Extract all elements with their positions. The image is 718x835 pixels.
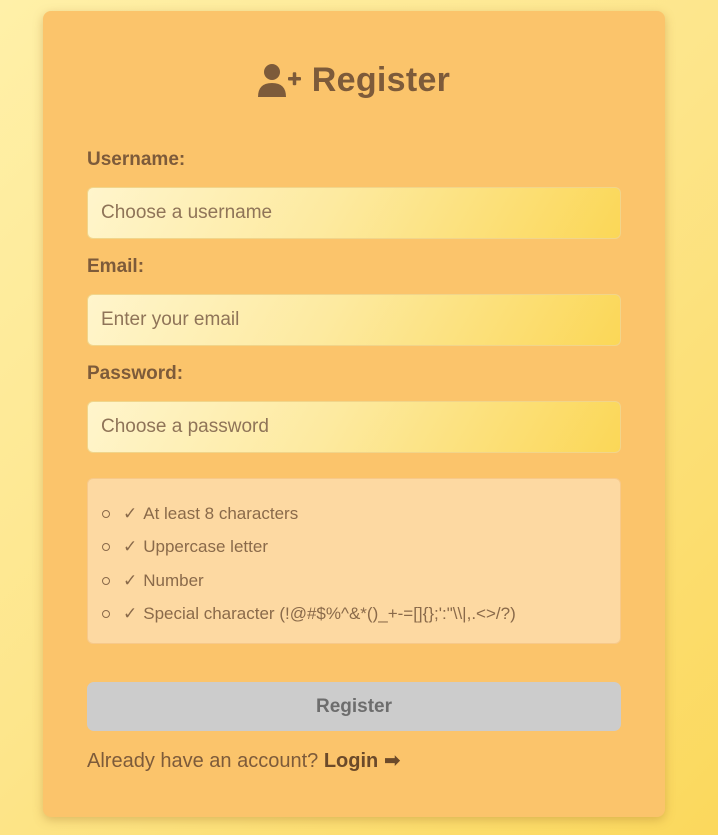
requirement-text: Special character (!@#$%^&*()_+-=[]{};':…: [143, 604, 516, 624]
checkmark-icon: ✓: [123, 537, 138, 557]
username-input[interactable]: [87, 187, 621, 239]
login-link[interactable]: Login ➡: [324, 750, 401, 772]
password-input[interactable]: [87, 401, 621, 453]
requirement-text: Uppercase letter: [143, 537, 268, 557]
requirement-item: ✓ At least 8 characters: [102, 497, 620, 531]
bullet-icon: [102, 576, 110, 585]
page-title: Register: [311, 61, 451, 99]
requirement-text: Number: [143, 570, 204, 590]
requirement-item: ✓ Special character (!@#$%^&*()_+-=[]{};…: [102, 598, 620, 632]
register-card: Register Username: Email: Password: ✓ At…: [43, 11, 665, 817]
password-label: Password:: [87, 363, 184, 384]
email-label: Email:: [87, 256, 145, 277]
checkmark-icon: ✓: [123, 570, 138, 590]
user-plus-icon: [257, 63, 301, 97]
requirement-text: At least 8 characters: [143, 503, 299, 523]
bullet-icon: [102, 543, 110, 552]
requirement-item: ✓ Number: [102, 564, 620, 598]
login-prompt: Already have an account? Login ➡: [87, 748, 401, 773]
bullet-icon: [102, 610, 110, 619]
bullet-icon: [102, 509, 110, 518]
checkmark-icon: ✓: [123, 503, 138, 523]
requirement-item: ✓ Uppercase letter: [102, 531, 620, 565]
email-input[interactable]: [87, 294, 621, 346]
form-header: Register: [43, 61, 665, 100]
login-prompt-text: Already have an account?: [87, 750, 319, 772]
username-label: Username:: [87, 149, 186, 170]
checkmark-icon: ✓: [123, 604, 138, 624]
register-button[interactable]: Register: [87, 682, 621, 731]
password-requirements: ✓ At least 8 characters ✓ Uppercase lett…: [87, 478, 621, 644]
